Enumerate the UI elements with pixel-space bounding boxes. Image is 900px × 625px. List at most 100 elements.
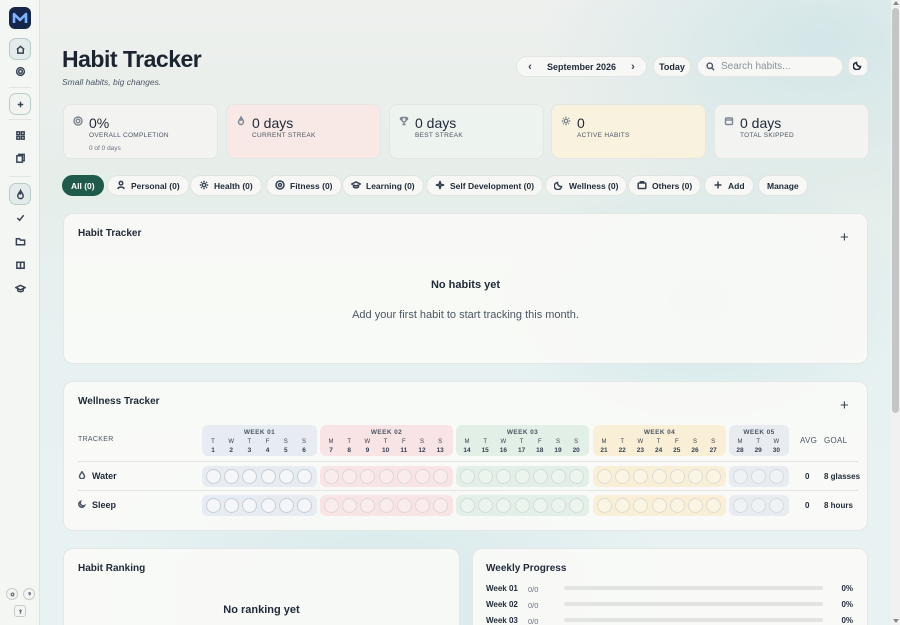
week-progress-bar bbox=[564, 618, 823, 622]
category-pill-wellness[interactable]: Wellness (0) bbox=[545, 175, 628, 196]
stat-label: BEST STREAK bbox=[415, 132, 463, 139]
next-month-button[interactable]: › bbox=[627, 61, 639, 73]
day-checkbox[interactable] bbox=[669, 498, 685, 513]
day-checkbox[interactable] bbox=[324, 469, 339, 484]
day-checkbox[interactable] bbox=[460, 498, 475, 513]
day-checkbox[interactable] bbox=[378, 469, 394, 484]
day-checkbox[interactable] bbox=[532, 498, 548, 513]
day-checkbox[interactable] bbox=[278, 469, 294, 484]
day-checkbox[interactable] bbox=[733, 469, 748, 484]
day-checkbox[interactable] bbox=[324, 498, 339, 513]
day-header: S 27 bbox=[709, 439, 717, 454]
category-pill-others[interactable]: Others (0) bbox=[628, 175, 702, 196]
help-icon[interactable] bbox=[23, 588, 35, 600]
day-checkbox[interactable] bbox=[206, 498, 221, 513]
pill-label: Self Development (0) bbox=[450, 180, 535, 191]
day-header: T 29 bbox=[754, 439, 762, 454]
graduation-icon[interactable] bbox=[9, 277, 31, 299]
day-checkbox[interactable] bbox=[278, 498, 294, 513]
stat-value: 0 bbox=[577, 115, 585, 131]
day-checkbox[interactable] bbox=[597, 469, 612, 484]
day-header: T 22 bbox=[618, 439, 626, 454]
day-checkbox[interactable] bbox=[260, 498, 276, 513]
today-button[interactable]: Today bbox=[653, 56, 691, 77]
scrollbar-thumb[interactable] bbox=[892, 8, 899, 413]
day-checkbox[interactable] bbox=[206, 469, 221, 484]
sidebar-divider bbox=[9, 87, 31, 88]
empty-text: Add your first habit to start tracking t… bbox=[352, 309, 579, 321]
stat-sub: 0 of 0 days bbox=[89, 145, 121, 152]
settings-icon[interactable] bbox=[9, 60, 31, 82]
day-checkbox[interactable] bbox=[378, 498, 394, 513]
day-header: M 28 bbox=[736, 439, 744, 454]
day-header: M7 bbox=[328, 439, 334, 454]
day-checkbox[interactable] bbox=[297, 498, 312, 513]
folder-icon[interactable] bbox=[9, 230, 31, 252]
day-checkbox[interactable] bbox=[733, 498, 748, 513]
col-goal: GOAL bbox=[824, 436, 848, 445]
stat-value: 0 days bbox=[740, 115, 782, 131]
day-checkbox[interactable] bbox=[669, 469, 685, 484]
day-header: F 18 bbox=[536, 439, 544, 454]
category-pill-self-development[interactable]: Self Development (0) bbox=[426, 175, 544, 196]
add-category-button[interactable]: Add bbox=[704, 175, 754, 196]
day-checkbox[interactable] bbox=[396, 469, 412, 484]
day-checkbox[interactable] bbox=[415, 498, 430, 513]
prev-month-button[interactable]: ‹ bbox=[524, 61, 536, 73]
tracker-row-sleep[interactable]: Sleep bbox=[78, 499, 116, 510]
day-checkbox[interactable] bbox=[597, 498, 612, 513]
check-icon[interactable] bbox=[9, 206, 31, 228]
pill-label: Health (0) bbox=[214, 180, 253, 191]
day-checkbox[interactable] bbox=[651, 498, 667, 513]
manage-button[interactable]: Manage bbox=[758, 175, 808, 196]
page-title: Habit Tracker bbox=[62, 46, 202, 72]
day-checkbox[interactable] bbox=[415, 469, 430, 484]
stat-card-total-skipped: 0 days TOTAL SKIPPED bbox=[714, 104, 869, 159]
theme-toggle-button[interactable] bbox=[848, 56, 868, 76]
copy-icon[interactable] bbox=[9, 147, 31, 169]
scroll-down-arrow[interactable] bbox=[893, 619, 899, 623]
category-pill-learning[interactable]: Learning (0) bbox=[342, 175, 424, 196]
day-checkbox[interactable] bbox=[514, 469, 530, 484]
app-logo[interactable] bbox=[9, 7, 31, 29]
day-checkbox[interactable] bbox=[396, 498, 412, 513]
add-icon[interactable] bbox=[9, 93, 31, 115]
search-input[interactable] bbox=[721, 61, 831, 72]
add-wellness-button[interactable]: + bbox=[840, 398, 849, 413]
scrollbar[interactable] bbox=[891, 0, 900, 625]
day-header: T1 bbox=[211, 439, 215, 454]
book-icon[interactable] bbox=[9, 254, 31, 276]
category-pill-personal[interactable]: Personal (0) bbox=[107, 175, 189, 196]
scroll-up-arrow[interactable] bbox=[893, 1, 899, 5]
pill-label: Add bbox=[728, 180, 745, 191]
day-checkbox[interactable] bbox=[460, 469, 475, 484]
flame-icon[interactable] bbox=[9, 183, 31, 205]
goal-sleep: 8 hours bbox=[824, 501, 853, 510]
day-checkbox[interactable] bbox=[551, 469, 566, 484]
day-checkbox[interactable] bbox=[532, 469, 548, 484]
category-pill-all[interactable]: All (0) bbox=[62, 175, 104, 196]
grid-icon[interactable] bbox=[9, 124, 31, 146]
tracker-row-water[interactable]: Water bbox=[78, 470, 117, 481]
info-icon[interactable] bbox=[6, 588, 18, 600]
day-header: W9 bbox=[364, 439, 371, 454]
day-checkbox[interactable] bbox=[514, 498, 530, 513]
pin-icon[interactable] bbox=[14, 605, 26, 617]
stat-value: 0 days bbox=[252, 115, 294, 131]
home-icon[interactable] bbox=[9, 38, 31, 60]
day-header: F4 bbox=[265, 439, 270, 454]
day-checkbox[interactable] bbox=[551, 498, 566, 513]
category-pill-health[interactable]: Health (0) bbox=[190, 175, 262, 196]
day-checkbox[interactable] bbox=[651, 469, 667, 484]
week-progress-percent: 0% bbox=[841, 616, 853, 625]
day-checkbox[interactable] bbox=[260, 469, 276, 484]
week-progress-value: 0/0 bbox=[528, 617, 539, 625]
add-habit-button[interactable]: + bbox=[840, 230, 849, 245]
day-checkbox[interactable] bbox=[297, 469, 312, 484]
ranking-empty-title: No ranking yet bbox=[223, 604, 300, 616]
category-pill-fitness[interactable]: Fitness (0) bbox=[266, 175, 342, 196]
day-header: S 13 bbox=[436, 439, 444, 454]
pill-label: Fitness (0) bbox=[290, 180, 333, 191]
day-checkbox[interactable] bbox=[688, 498, 703, 513]
day-checkbox[interactable] bbox=[688, 469, 703, 484]
